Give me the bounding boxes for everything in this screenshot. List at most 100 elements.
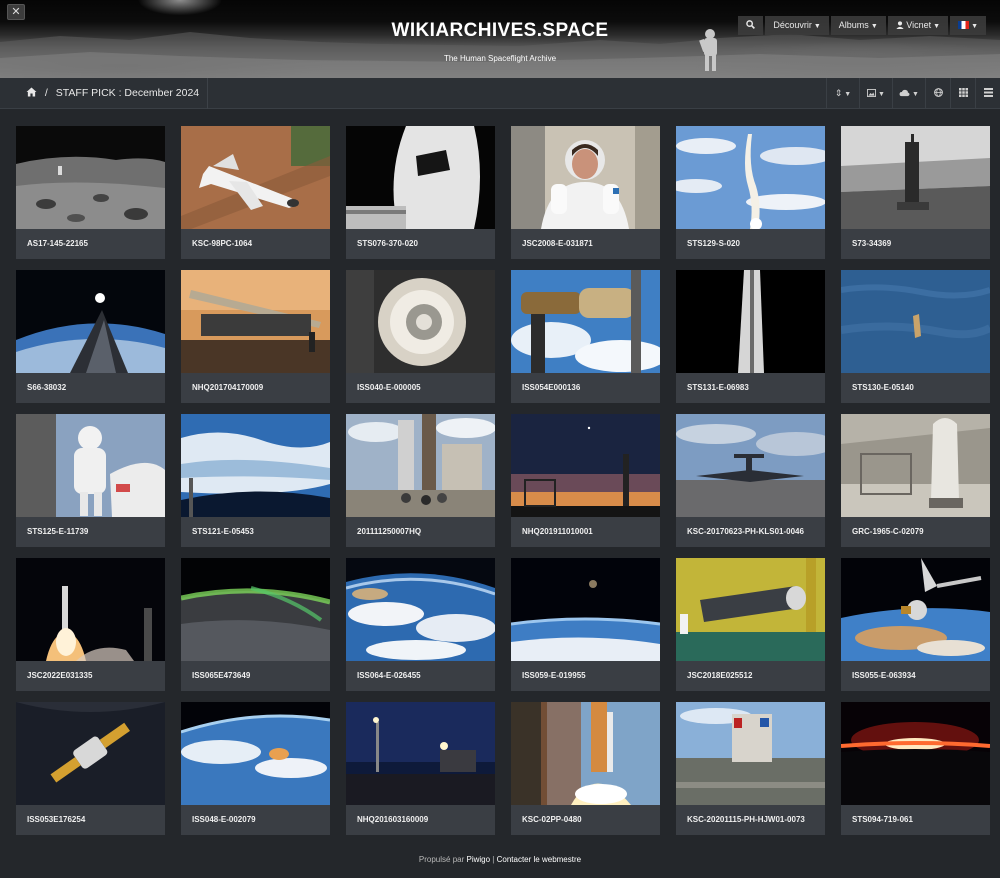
- search-button[interactable]: [738, 16, 764, 35]
- photo-thumbnail[interactable]: [181, 270, 330, 373]
- photo-thumbnail[interactable]: [181, 702, 330, 805]
- photo-thumbnail[interactable]: [181, 126, 330, 229]
- photo-title[interactable]: STS130-E-05140: [841, 373, 990, 403]
- photo-thumbnail[interactable]: [181, 558, 330, 661]
- photo-title[interactable]: NHQ201603160009: [346, 805, 495, 835]
- photo-card[interactable]: GRC-1965-C-02079: [841, 414, 990, 547]
- photo-thumbnail[interactable]: [16, 702, 165, 805]
- contact-webmaster-link[interactable]: Contacter le webmestre: [497, 855, 581, 864]
- photo-thumbnail[interactable]: [511, 270, 660, 373]
- photo-thumbnail[interactable]: [841, 414, 990, 517]
- photo-thumbnail[interactable]: [841, 126, 990, 229]
- photo-thumbnail[interactable]: [181, 414, 330, 517]
- photo-thumbnail[interactable]: [16, 126, 165, 229]
- photo-thumbnail[interactable]: [346, 414, 495, 517]
- photo-title[interactable]: JSC2022E031335: [16, 661, 165, 691]
- photo-thumbnail[interactable]: [676, 270, 825, 373]
- nav-albums-menu[interactable]: Albums ▼: [830, 16, 886, 35]
- photo-thumbnail[interactable]: [511, 414, 660, 517]
- photo-card[interactable]: ISS053E176254: [16, 702, 165, 835]
- photo-title[interactable]: S73-34369: [841, 229, 990, 259]
- photo-thumbnail[interactable]: [511, 126, 660, 229]
- photo-title[interactable]: STS131-E-06983: [676, 373, 825, 403]
- photo-thumbnail[interactable]: [841, 270, 990, 373]
- photo-title[interactable]: NHQ201704170009: [181, 373, 330, 403]
- photo-title[interactable]: JSC2018E025512: [676, 661, 825, 691]
- photo-card[interactable]: STS125-E-11739: [16, 414, 165, 547]
- photo-card[interactable]: STS129-S-020: [676, 126, 825, 259]
- photo-thumbnail[interactable]: [16, 270, 165, 373]
- photo-title[interactable]: STS125-E-11739: [16, 517, 165, 547]
- photo-title[interactable]: KSC-98PC-1064: [181, 229, 330, 259]
- photo-title[interactable]: S66-38032: [16, 373, 165, 403]
- photo-title[interactable]: ISS055-E-063934: [841, 661, 990, 691]
- photo-title[interactable]: STS129-S-020: [676, 229, 825, 259]
- grid-view-button[interactable]: [950, 78, 975, 109]
- photo-card[interactable]: ISS048-E-002079: [181, 702, 330, 835]
- photo-thumbnail[interactable]: [511, 558, 660, 661]
- photo-thumbnail[interactable]: [841, 702, 990, 805]
- photo-title[interactable]: GRC-1965-C-02079: [841, 517, 990, 547]
- photo-title[interactable]: ISS054E000136: [511, 373, 660, 403]
- photo-card[interactable]: STS131-E-06983: [676, 270, 825, 403]
- photo-thumbnail[interactable]: [346, 558, 495, 661]
- photo-thumbnail[interactable]: [16, 558, 165, 661]
- photo-thumbnail[interactable]: [346, 702, 495, 805]
- photo-card[interactable]: NHQ201603160009: [346, 702, 495, 835]
- photo-card[interactable]: ISS059-E-019955: [511, 558, 660, 691]
- photo-thumbnail[interactable]: [841, 558, 990, 661]
- download-button[interactable]: ▼: [892, 78, 925, 109]
- piwigo-link[interactable]: Piwigo: [466, 855, 490, 864]
- image-size-button[interactable]: ▼: [859, 78, 892, 109]
- photo-title[interactable]: ISS048-E-002079: [181, 805, 330, 835]
- photo-card[interactable]: JSC2008-E-031871: [511, 126, 660, 259]
- photo-thumbnail[interactable]: [676, 414, 825, 517]
- photo-card[interactable]: ISS054E000136: [511, 270, 660, 403]
- home-icon[interactable]: [26, 79, 37, 110]
- photo-thumbnail[interactable]: [16, 414, 165, 517]
- photo-title[interactable]: JSC2008-E-031871: [511, 229, 660, 259]
- photo-title[interactable]: ISS059-E-019955: [511, 661, 660, 691]
- photo-thumbnail[interactable]: [676, 126, 825, 229]
- sort-button[interactable]: ⇕ ▼: [826, 78, 859, 109]
- photo-title[interactable]: ISS064-E-026455: [346, 661, 495, 691]
- list-view-button[interactable]: [975, 78, 1000, 109]
- photo-title[interactable]: ISS040-E-000005: [346, 373, 495, 403]
- map-view-button[interactable]: [925, 78, 950, 109]
- photo-card[interactable]: KSC-02PP-0480: [511, 702, 660, 835]
- photo-thumbnail[interactable]: [676, 702, 825, 805]
- photo-thumbnail[interactable]: [511, 702, 660, 805]
- photo-card[interactable]: S73-34369: [841, 126, 990, 259]
- photo-title[interactable]: STS076-370-020: [346, 229, 495, 259]
- photo-title[interactable]: STS121-E-05453: [181, 517, 330, 547]
- photo-card[interactable]: KSC-98PC-1064: [181, 126, 330, 259]
- photo-card[interactable]: ISS040-E-000005: [346, 270, 495, 403]
- photo-card[interactable]: 201111250007HQ: [346, 414, 495, 547]
- photo-card[interactable]: ISS065E473649: [181, 558, 330, 691]
- photo-card[interactable]: STS094-719-061: [841, 702, 990, 835]
- photo-title[interactable]: KSC-20201115-PH-HJW01-0073: [676, 805, 825, 835]
- photo-thumbnail[interactable]: [676, 558, 825, 661]
- admin-tools-button[interactable]: ✕: [7, 4, 25, 20]
- photo-card[interactable]: STS076-370-020: [346, 126, 495, 259]
- photo-card[interactable]: JSC2022E031335: [16, 558, 165, 691]
- language-selector[interactable]: ▼: [950, 16, 986, 35]
- nav-user-menu[interactable]: Vicnet ▼: [887, 16, 949, 35]
- photo-title[interactable]: STS094-719-061: [841, 805, 990, 835]
- photo-thumbnail[interactable]: [346, 270, 495, 373]
- photo-card[interactable]: AS17-145-22165: [16, 126, 165, 259]
- photo-card[interactable]: ISS055-E-063934: [841, 558, 990, 691]
- nav-discover-menu[interactable]: Découvrir ▼: [765, 16, 829, 35]
- photo-title[interactable]: NHQ201911010001: [511, 517, 660, 547]
- photo-thumbnail[interactable]: [346, 126, 495, 229]
- photo-card[interactable]: STS130-E-05140: [841, 270, 990, 403]
- photo-card[interactable]: KSC-20201115-PH-HJW01-0073: [676, 702, 825, 835]
- photo-card[interactable]: S66-38032: [16, 270, 165, 403]
- photo-card[interactable]: ISS064-E-026455: [346, 558, 495, 691]
- photo-card[interactable]: KSC-20170623-PH-KLS01-0046: [676, 414, 825, 547]
- photo-title[interactable]: ISS053E176254: [16, 805, 165, 835]
- photo-card[interactable]: NHQ201704170009: [181, 270, 330, 403]
- photo-title[interactable]: KSC-20170623-PH-KLS01-0046: [676, 517, 825, 547]
- photo-card[interactable]: JSC2018E025512: [676, 558, 825, 691]
- photo-card[interactable]: NHQ201911010001: [511, 414, 660, 547]
